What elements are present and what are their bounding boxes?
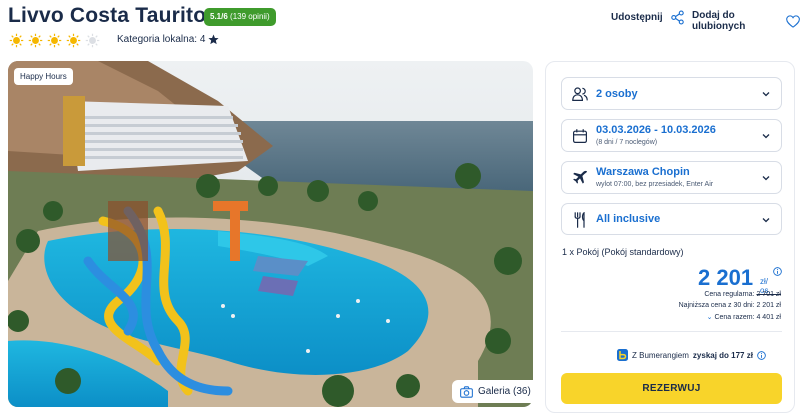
- dates-select[interactable]: 03.03.2026 - 10.03.2026 (8 dni / 7 nocle…: [561, 119, 782, 152]
- sun-star-empty-icon: [85, 33, 100, 48]
- total-price[interactable]: ⌄ Cena razem: 4 401 zł: [707, 313, 781, 321]
- hotel-name: Livvo Costa Taurito: [8, 4, 207, 27]
- rating-count: (139 opinii): [230, 12, 270, 21]
- info-icon[interactable]: [757, 350, 766, 360]
- info-icon[interactable]: [773, 267, 782, 276]
- travelers-value: 2 osoby: [596, 88, 638, 100]
- local-category-label: Kategoria lokalna: 4: [117, 34, 206, 45]
- add-to-favorites-button[interactable]: Dodaj do ulubionych: [692, 10, 800, 32]
- sun-star-icon: [66, 33, 81, 48]
- heart-icon: [786, 14, 800, 28]
- divider: [561, 331, 782, 332]
- local-category: Kategoria lokalna: 4: [117, 34, 219, 45]
- gallery-button[interactable]: Galeria (36): [452, 380, 539, 403]
- sun-star-icon: [47, 33, 62, 48]
- nights-value: (8 dni / 7 noclegów): [596, 139, 658, 146]
- regular-price: Cena regularna: 2 701 zł: [704, 291, 781, 298]
- chevron-down-icon: [762, 92, 770, 97]
- chevron-down-icon: [762, 218, 770, 223]
- resort-pool-image: [8, 61, 533, 407]
- favorites-label: Dodaj do ulubionych: [692, 10, 746, 32]
- star-rating: [9, 33, 100, 48]
- camera-icon: [460, 385, 473, 398]
- hotel-main-photo[interactable]: [8, 61, 533, 407]
- currency-unit: zł/: [760, 277, 768, 286]
- flight-info: wylot 07:00, bez przesiadek, Enter Air: [596, 181, 714, 188]
- lowest-price-value: 2 201 zł: [756, 302, 781, 309]
- bumerang-logo-icon: [617, 349, 628, 361]
- calendar-icon: [573, 129, 587, 143]
- happy-hours-badge: Happy Hours: [14, 68, 73, 85]
- gallery-label: Galeria (36): [478, 386, 531, 397]
- cutlery-icon: [574, 212, 585, 228]
- bumerang-promo: Z Bumerangiem zyskaj do 177 zł: [617, 349, 766, 361]
- bumerang-bonus: zyskaj do 177 zł: [692, 350, 753, 360]
- lowest-price: Najniższa cena z 30 dni: 2 201 zł: [679, 302, 781, 309]
- price-per-person: 2 201: [698, 265, 754, 290]
- board-value: All inclusive: [596, 213, 661, 225]
- chevron-down-icon: [762, 134, 770, 139]
- bumerang-text: Z Bumerangiem: [632, 350, 689, 360]
- dates-value: 03.03.2026 - 10.03.2026: [596, 124, 716, 136]
- regular-price-label: Cena regularna:: [704, 291, 755, 298]
- sun-star-icon: [28, 33, 43, 48]
- reserve-button[interactable]: REZERWUJ: [561, 373, 782, 404]
- rating-badge[interactable]: 5.1/6 (139 opinii): [204, 8, 276, 26]
- board-select[interactable]: All inclusive: [561, 203, 782, 235]
- chevron-down-icon: [762, 176, 770, 181]
- total-price-value: 4 401 zł: [756, 314, 781, 321]
- hotel-header: Livvo Costa Taurito 5.1/6 (139 opinii) K…: [0, 0, 800, 60]
- chevron-down-icon: ⌄: [706, 314, 713, 321]
- users-icon: [572, 87, 588, 101]
- share-icon: [670, 10, 684, 25]
- regular-price-value: 2 701 zł: [756, 291, 781, 298]
- departure-airport: Warszawa Chopin: [596, 166, 690, 178]
- room-info: 1 x Pokój (Pokój standardowy): [562, 247, 684, 257]
- departure-select[interactable]: Warszawa Chopin wylot 07:00, bez przesia…: [561, 161, 782, 194]
- star-icon: [208, 34, 219, 45]
- travelers-select[interactable]: 2 osoby: [561, 77, 782, 110]
- rating-score: 5.1/6: [210, 12, 228, 21]
- lowest-price-label: Najniższa cena z 30 dni:: [678, 302, 755, 309]
- total-price-label: Cena razem:: [714, 314, 755, 321]
- airplane-icon: [573, 170, 587, 184]
- sun-star-icon: [9, 33, 24, 48]
- share-label: Udostępnij: [611, 12, 663, 23]
- share-button[interactable]: Udostępnij: [611, 10, 685, 25]
